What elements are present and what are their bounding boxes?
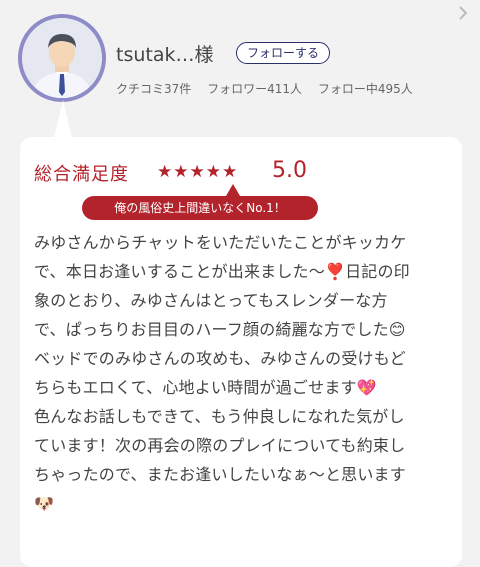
chevron-right-icon[interactable]	[456, 4, 470, 22]
review-line: ています！次の再会の際のプレイについても約束し	[34, 436, 406, 455]
user-avatar-icon	[22, 18, 102, 98]
follow-button[interactable]: フォローする	[236, 42, 331, 64]
avatar[interactable]	[18, 14, 106, 102]
review-line: ちらもエロくて、心地よい時間が過ごせます💖	[34, 378, 377, 397]
review-line: 象のとおり、みゆさんはとってもスレンダーな方	[34, 291, 388, 310]
username[interactable]: tsutak…様	[116, 40, 214, 67]
following-count[interactable]: フォロー中495人	[318, 82, 413, 96]
rating-score: 5.0	[272, 158, 307, 183]
review-line: みゆさんからチャットをいただいたことがキッカケ	[34, 233, 407, 252]
review-line: ベッドでのみゆさんの攻めも、みゆさんの受けもど	[34, 349, 406, 368]
review-line: 🐶	[34, 494, 55, 513]
review-line: で、本日お逢いすることが出来ました〜❣️日記の印	[34, 262, 410, 281]
star-rating-icon: ★★★★★	[157, 162, 239, 182]
review-line: 色んなお話しもできて、もう仲良しになれた気がし	[34, 407, 405, 426]
review-line: ちゃったので、またお逢いしたいなぁ〜と思います	[34, 465, 406, 484]
follower-count[interactable]: フォロワー411人	[207, 82, 302, 96]
speech-pointer	[54, 100, 72, 138]
review-line: で、ぱっちりお目目のハーフ顔の綺麗な方でした😊	[34, 320, 406, 339]
review-text: みゆさんからチャットをいただいたことがキッカケ で、本日お逢いすることが出来まし…	[34, 228, 446, 518]
review-headline-tag: 俺の風俗史上間違いなくNo.1！	[82, 196, 318, 220]
satisfaction-label: 総合満足度	[34, 164, 129, 185]
tag-pointer	[226, 184, 240, 196]
profile-stats: クチコミ37件 フォロワー411人 フォロー中495人	[116, 80, 425, 97]
review-count[interactable]: クチコミ37件	[116, 82, 191, 96]
